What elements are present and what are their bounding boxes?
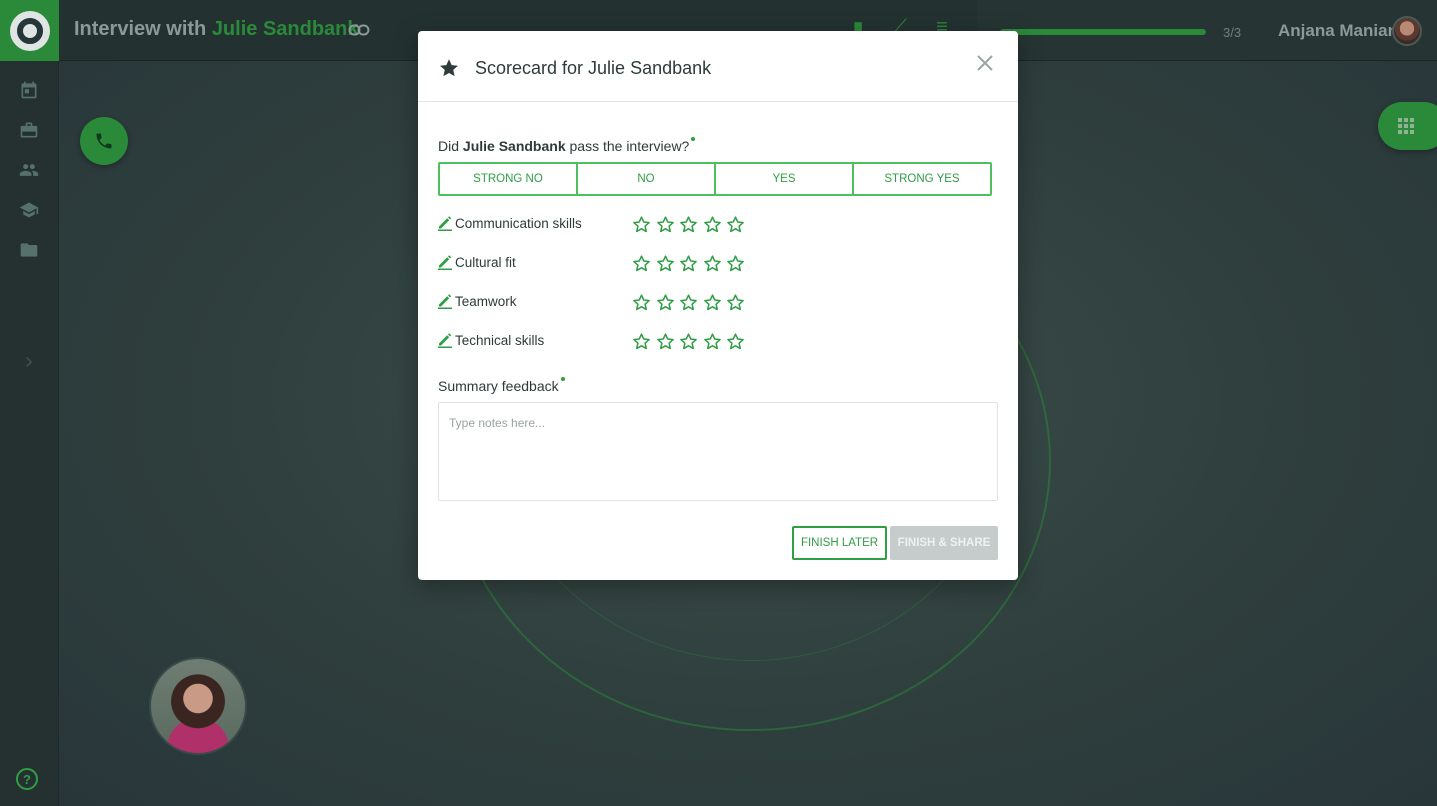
star-outline-icon[interactable] (656, 215, 676, 234)
grid-icon (1398, 118, 1414, 134)
required-indicator (691, 137, 696, 141)
star-rating (632, 332, 746, 351)
criterion-row: Technical skills (438, 331, 978, 370)
star-outline-icon[interactable] (632, 215, 652, 234)
criterion-row: Cultural fit (438, 253, 978, 292)
decision-strong-no[interactable]: STRONG NO (440, 164, 578, 194)
sidebar: ? (0, 0, 59, 806)
decision-options: STRONG NO NO YES STRONG YES (438, 162, 992, 196)
call-button[interactable] (80, 117, 128, 165)
edit-icon[interactable] (438, 332, 452, 348)
star-outline-icon[interactable] (656, 332, 676, 351)
star-outline-icon[interactable] (726, 215, 746, 234)
star-outline-icon[interactable] (656, 254, 676, 273)
star-outline-icon[interactable] (679, 215, 699, 234)
star-outline-icon[interactable] (703, 293, 723, 312)
modal-title: Scorecard for Julie Sandbank (475, 58, 712, 78)
calendar-icon[interactable] (17, 78, 41, 102)
progress-fill (1000, 29, 1206, 35)
chevron-right-icon[interactable] (17, 350, 41, 374)
star-outline-icon[interactable] (679, 332, 699, 351)
criteria-list: Communication skills Cultural fit Teamwork… (438, 214, 978, 370)
star-outline-icon[interactable] (679, 293, 699, 312)
self-video-thumbnail[interactable] (149, 657, 247, 755)
star-icon (438, 57, 460, 79)
user-name[interactable]: Anjana Manian (1278, 21, 1398, 41)
edit-icon[interactable] (438, 254, 452, 270)
help-icon[interactable]: ? (16, 768, 38, 790)
criterion-row: Teamwork (438, 292, 978, 331)
close-icon[interactable] (975, 53, 995, 73)
edit-icon[interactable] (438, 293, 452, 309)
criterion-label: Teamwork (455, 294, 517, 309)
summary-feedback-input[interactable] (438, 402, 998, 501)
title-prefix: Interview with (74, 18, 207, 40)
apps-button[interactable] (1378, 102, 1437, 150)
question-candidate-name: Julie Sandbank (462, 138, 566, 154)
star-rating (632, 293, 746, 312)
interview-progress (1000, 29, 1206, 35)
star-outline-icon[interactable] (632, 332, 652, 351)
finish-share-button[interactable]: FINISH & SHARE (890, 526, 998, 560)
star-outline-icon[interactable] (726, 293, 746, 312)
star-outline-icon[interactable] (726, 332, 746, 351)
user-bar: 3/3 Anjana Manian (977, 0, 1437, 61)
scorecard-modal: Scorecard for Julie Sandbank Did Julie S… (418, 31, 1018, 580)
graduation-cap-icon[interactable] (17, 198, 41, 222)
logo-icon (9, 10, 50, 51)
folder-icon[interactable] (17, 238, 41, 262)
decision-no[interactable]: NO (578, 164, 716, 194)
phone-icon (96, 133, 112, 149)
finish-later-button[interactable]: FINISH LATER (792, 526, 887, 560)
star-outline-icon[interactable] (703, 332, 723, 351)
criterion-label: Technical skills (455, 333, 545, 348)
avatar[interactable] (1392, 16, 1422, 46)
star-outline-icon[interactable] (703, 215, 723, 234)
briefcase-icon[interactable] (17, 118, 41, 142)
star-rating (632, 254, 746, 273)
star-outline-icon[interactable] (679, 254, 699, 273)
progress-count: 3/3 (1223, 25, 1242, 40)
star-outline-icon[interactable] (703, 254, 723, 273)
candidate-name[interactable]: Julie Sandbank (212, 18, 359, 40)
link-icon[interactable] (348, 21, 370, 39)
pass-question: Did Julie Sandbank pass the interview? (438, 137, 696, 154)
people-icon[interactable] (17, 158, 41, 182)
summary-label: Summary feedback (438, 377, 565, 394)
decision-strong-yes[interactable]: STRONG YES (854, 164, 990, 194)
criterion-row: Communication skills (438, 214, 978, 253)
page-title: Interview with Julie Sandbank (74, 18, 359, 41)
star-outline-icon[interactable] (632, 293, 652, 312)
required-indicator (560, 377, 565, 381)
criterion-label: Communication skills (455, 216, 582, 231)
edit-icon[interactable] (438, 215, 452, 231)
star-outline-icon[interactable] (632, 254, 652, 273)
criterion-label: Cultural fit (455, 255, 516, 270)
star-outline-icon[interactable] (656, 293, 676, 312)
star-outline-icon[interactable] (726, 254, 746, 273)
decision-yes[interactable]: YES (716, 164, 854, 194)
app-logo[interactable] (0, 0, 59, 61)
modal-header: Scorecard for Julie Sandbank (418, 31, 1018, 102)
star-rating (632, 215, 746, 234)
